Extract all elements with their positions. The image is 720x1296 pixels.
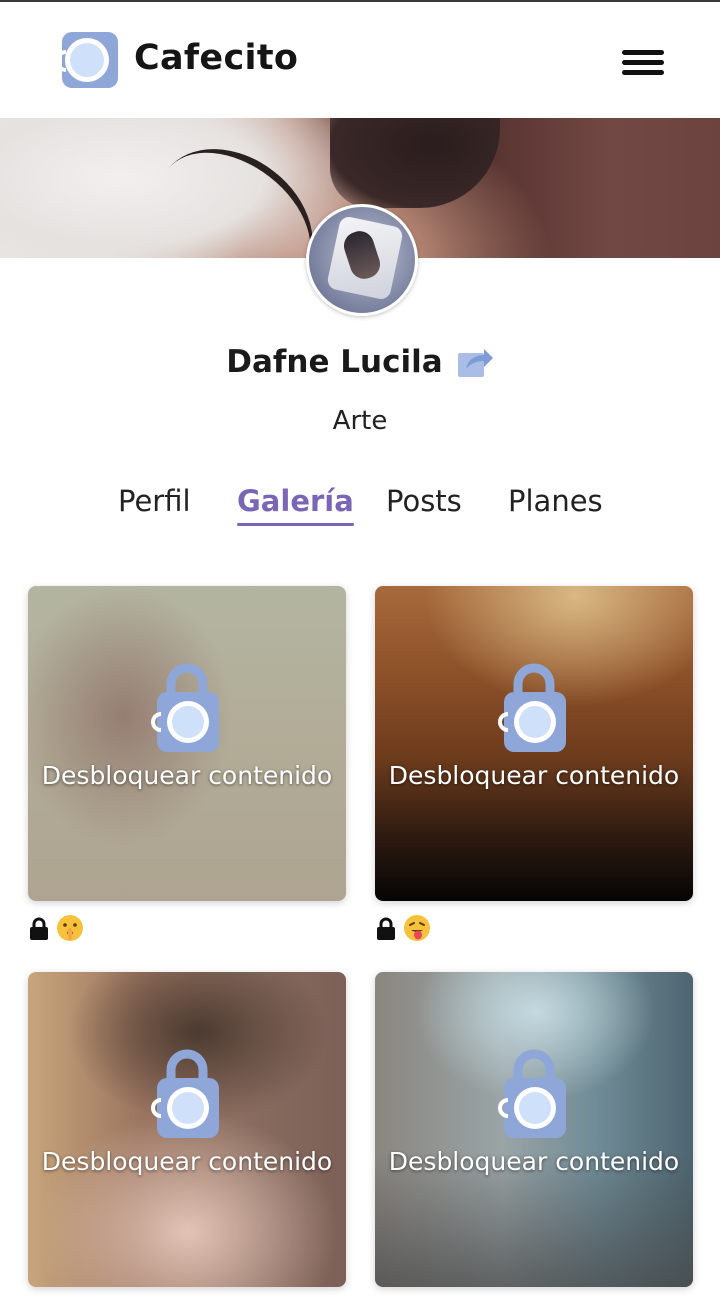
unlock-content-label[interactable]: Desbloquear contenido (375, 760, 693, 791)
profile-name-row: Dafne Lucila (0, 344, 720, 380)
tab-galeria[interactable]: Galería (237, 484, 354, 526)
tab-perfil[interactable]: Perfil (118, 484, 191, 518)
tongue-out-face-emoji (404, 915, 430, 941)
hamburger-menu-icon[interactable] (620, 44, 668, 80)
gallery-item[interactable]: Desbloquear contenido (28, 586, 346, 901)
gallery-item[interactable]: Desbloquear contenido (28, 972, 346, 1287)
profile-tabs: Perfil Galería Posts Planes (0, 484, 720, 540)
padlock-icon (30, 917, 48, 940)
brand-name[interactable]: Cafecito (134, 38, 298, 78)
unlock-content-label[interactable]: Desbloquear contenido (28, 1146, 346, 1177)
cafecito-lock-icon (151, 663, 219, 752)
padlock-icon (377, 917, 395, 940)
tab-planes[interactable]: Planes (508, 484, 603, 518)
avatar[interactable] (306, 204, 418, 316)
cafecito-lock-icon (498, 1049, 566, 1138)
cafecito-logo-icon[interactable] (56, 32, 118, 90)
gallery-item[interactable]: Desbloquear contenido (375, 972, 693, 1287)
top-header: Cafecito (0, 2, 720, 118)
share-icon[interactable] (456, 345, 494, 379)
cafecito-lock-icon (151, 1049, 219, 1138)
profile-category: Arte (332, 406, 388, 436)
shushing-face-emoji (57, 915, 83, 941)
unlock-content-label[interactable]: Desbloquear contenido (28, 760, 346, 791)
gallery-item[interactable]: Desbloquear contenido (375, 586, 693, 901)
unlock-content-label[interactable]: Desbloquear contenido (375, 1146, 693, 1177)
tab-posts[interactable]: Posts (386, 484, 462, 518)
cafecito-lock-icon (498, 663, 566, 752)
profile-name: Dafne Lucila (226, 344, 443, 380)
